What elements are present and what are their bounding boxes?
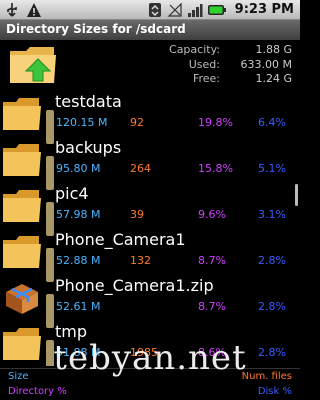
entry-file-count: 92 (130, 116, 144, 129)
capacity-value: 1.88 G (255, 43, 292, 56)
free-value: 1.24 G (255, 72, 292, 85)
folder-icon (3, 328, 41, 360)
free-label: Free: (192, 72, 220, 85)
storage-summary: Capacity: 1.88 G Used: 633.00 M Free: 1.… (0, 40, 300, 90)
legend-disk-percent: Disk % (257, 386, 292, 397)
entry-name: backups (55, 138, 122, 157)
folder-icon (3, 236, 41, 268)
used-label: Used: (188, 57, 220, 71)
entry-dir-percent: 19.8% (198, 116, 233, 129)
entry-dir-percent: 9.6% (198, 208, 226, 221)
folder-icon (3, 144, 41, 176)
entry-disk-percent: 2.8% (258, 300, 286, 313)
clock: 9:23 PM (234, 2, 294, 17)
battery-icon (207, 5, 226, 15)
legend-dir-percent: Directory % (8, 386, 67, 397)
sync-icon (148, 3, 161, 17)
entry-dir-percent: 8.7% (198, 300, 226, 313)
used-value: 633.00 M (240, 57, 292, 71)
title-bar: Directory Sizes for /sdcard (0, 20, 300, 40)
usage-bar (46, 340, 54, 366)
signal-icon (187, 4, 203, 17)
entry-name: testdata (55, 92, 122, 111)
entry-dir-percent: 8.6% (198, 346, 226, 359)
entry-size: 52.61 M (56, 300, 101, 313)
entry-name: Phone_Camera1 (55, 230, 186, 249)
page-title: Directory Sizes for /sdcard (6, 22, 186, 36)
entry-disk-percent: 6.4% (258, 116, 286, 129)
entry-disk-percent: 2.8% (258, 254, 286, 267)
entry-file-count: 1985 (130, 346, 158, 359)
entry-file-count: 39 (130, 208, 144, 221)
entry-file-count: 264 (130, 162, 151, 175)
capacity-label: Capacity: (169, 43, 220, 56)
status-bar: 9:23 PM (0, 0, 300, 20)
scrollbar-thumb[interactable] (295, 184, 298, 206)
usb-icon (7, 3, 17, 17)
entry-disk-percent: 2.8% (258, 346, 286, 359)
entry-dir-percent: 15.8% (198, 162, 233, 175)
entry-size: 51.88 M (56, 346, 101, 359)
column-legend: Size Directory % Num. files Disk % (0, 368, 300, 400)
folder-up-icon[interactable] (8, 43, 58, 85)
legend-file-count: Num. files (241, 371, 292, 382)
entry-name: Phone_Camera1.zip (55, 276, 214, 295)
warning-icon (27, 3, 41, 17)
folder-icon (3, 190, 41, 222)
directory-list[interactable]: testdata 120.15 M 92 19.8% 6.4% backups … (0, 90, 300, 366)
entry-dir-percent: 8.7% (198, 254, 226, 267)
entry-size: 57.98 M (56, 208, 101, 221)
entry-disk-percent: 5.1% (258, 162, 286, 175)
legend-size: Size (8, 371, 29, 382)
no-signal-icon (167, 2, 182, 17)
entry-size: 95.80 M (56, 162, 101, 175)
folder-icon (3, 98, 41, 130)
entry-size: 52.88 M (56, 254, 101, 267)
entry-disk-percent: 3.1% (258, 208, 286, 221)
entry-name: tmp (55, 322, 88, 341)
archive-box-icon (6, 284, 38, 314)
entry-file-count: 132 (130, 254, 151, 267)
entry-size: 120.15 M (56, 116, 108, 129)
list-item[interactable]: tmp 51.88 M 1985 8.6% 2.8% (0, 320, 300, 366)
entry-name: pic4 (55, 184, 89, 203)
